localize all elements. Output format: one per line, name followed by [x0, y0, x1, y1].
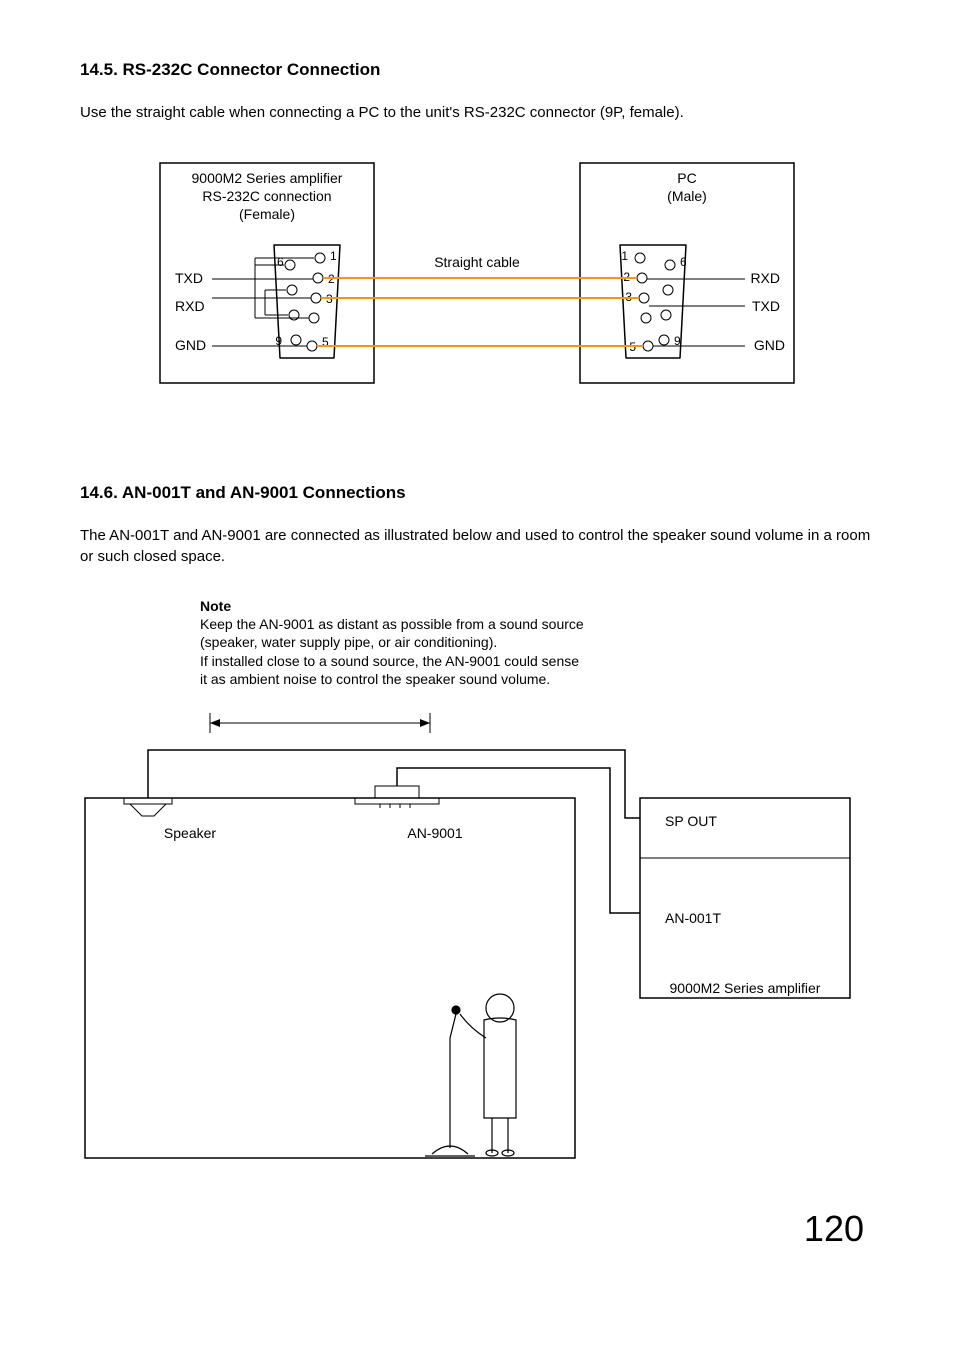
section-14-5-heading: 14.5. RS-232C Connector Connection	[80, 60, 874, 80]
an001t-label: AN-001T	[665, 910, 721, 926]
page: 14.5. RS-232C Connector Connection Use t…	[0, 0, 954, 1290]
left-txd-label: TXD	[175, 270, 203, 286]
rs232-diagram: 9000M2 Series amplifier RS-232C connecti…	[80, 153, 874, 413]
section-14-6-text: The AN-001T and AN-9001 are connected as…	[80, 525, 874, 567]
left-box-text3: (Female)	[239, 206, 295, 222]
left-box-text2: RS-232C connection	[202, 188, 331, 204]
left-box-text1: 9000M2 Series amplifier	[192, 170, 343, 186]
right-pin-6: 6	[680, 255, 687, 269]
an9001-label: AN-9001	[407, 825, 462, 841]
section-14-5-text: Use the straight cable when connecting a…	[80, 102, 874, 123]
left-rxd-label: RXD	[175, 298, 205, 314]
speaker-label: Speaker	[164, 825, 216, 841]
person-icon	[425, 994, 516, 1156]
left-gnd-label: GND	[175, 337, 206, 353]
note-title: Note	[200, 598, 231, 614]
note-line3: If installed close to a sound source, th…	[200, 653, 579, 669]
an-connection-diagram: Speaker AN-9001 SP OUT AN-001T 9000M2 Se…	[80, 698, 874, 1168]
left-pin-1: 1	[330, 249, 337, 263]
section-14-6-heading: 14.6. AN-001T and AN-9001 Connections	[80, 483, 874, 503]
right-gnd-label: GND	[754, 337, 785, 353]
note-line4: it as ambient noise to control the speak…	[200, 671, 550, 687]
spout-label: SP OUT	[665, 813, 717, 829]
right-box-text1: PC	[677, 170, 696, 186]
left-pin-6: 6	[277, 255, 284, 269]
right-pin-1: 1	[621, 249, 628, 263]
note-line2: (speaker, water supply pipe, or air cond…	[200, 634, 497, 650]
note-line1: Keep the AN-9001 as distant as possible …	[200, 616, 584, 632]
right-txd-label: TXD	[752, 298, 780, 314]
right-box-text2: (Male)	[667, 188, 707, 204]
right-rxd-label: RXD	[750, 270, 780, 286]
amp-label: 9000M2 Series amplifier	[670, 980, 821, 996]
note-block: Note Keep the AN-9001 as distant as poss…	[200, 597, 874, 688]
cable-label: Straight cable	[434, 254, 520, 270]
page-number: 120	[80, 1208, 874, 1250]
